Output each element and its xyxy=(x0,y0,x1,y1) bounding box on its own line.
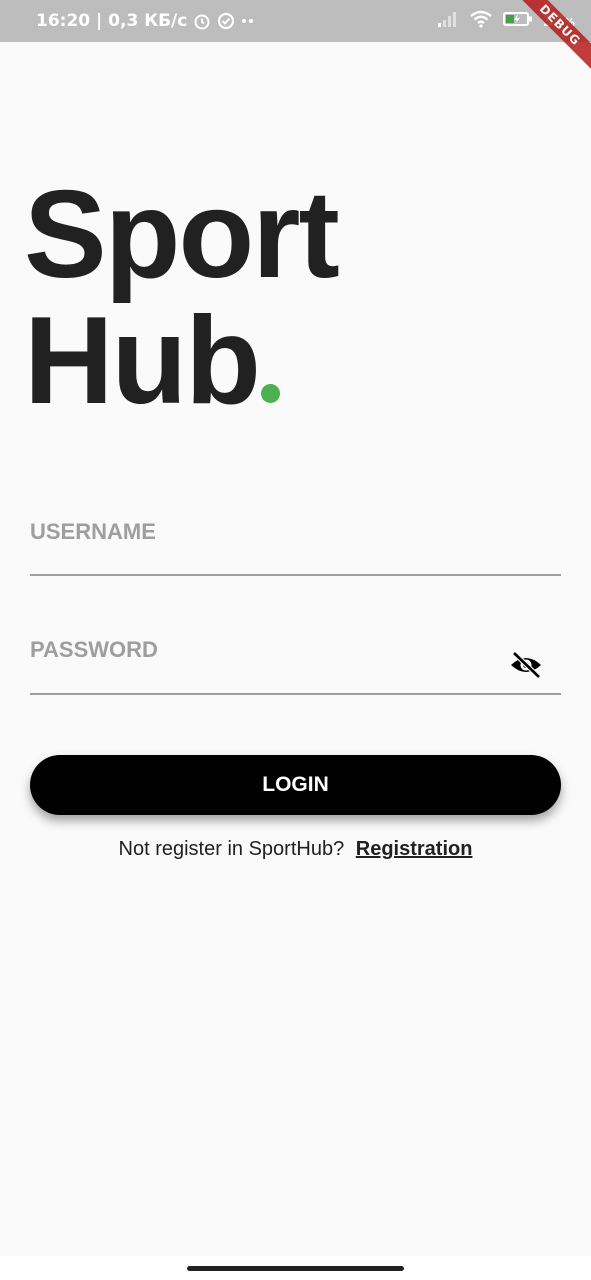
wifi-icon xyxy=(469,10,493,32)
vpn-icon xyxy=(217,12,235,30)
app-logo: Sport Hub xyxy=(24,166,340,424)
logo-line-sport: Sport xyxy=(24,166,340,304)
username-field xyxy=(30,512,561,576)
logo-green-dot xyxy=(261,384,281,403)
alarm-icon xyxy=(193,12,211,30)
signal-icon xyxy=(437,11,459,31)
register-prompt: Not register in SportHub? xyxy=(118,838,345,860)
more-dots-icon xyxy=(241,18,255,24)
register-row: Not register in SportHub? Registration xyxy=(0,838,591,861)
battery-charging-icon xyxy=(503,11,533,31)
status-time: 16:20 | 0,3 КБ/с xyxy=(36,11,188,31)
username-input[interactable] xyxy=(30,512,490,552)
logo-line-hub: Hub xyxy=(24,298,338,424)
status-bar: 16:20 | 0,3 КБ/с 37% DEBUG xyxy=(0,0,591,78)
password-field xyxy=(30,630,561,695)
home-indicator[interactable] xyxy=(187,1266,404,1271)
password-input[interactable] xyxy=(30,630,490,670)
status-left: 16:20 | 0,3 КБ/с xyxy=(36,0,255,42)
logo-hub-text: Hub xyxy=(24,292,261,430)
login-button[interactable]: LOGIN xyxy=(30,755,561,815)
system-navigation-bar xyxy=(0,1256,591,1280)
visibility-off-icon[interactable] xyxy=(509,650,543,680)
registration-link[interactable]: Registration xyxy=(356,838,473,860)
